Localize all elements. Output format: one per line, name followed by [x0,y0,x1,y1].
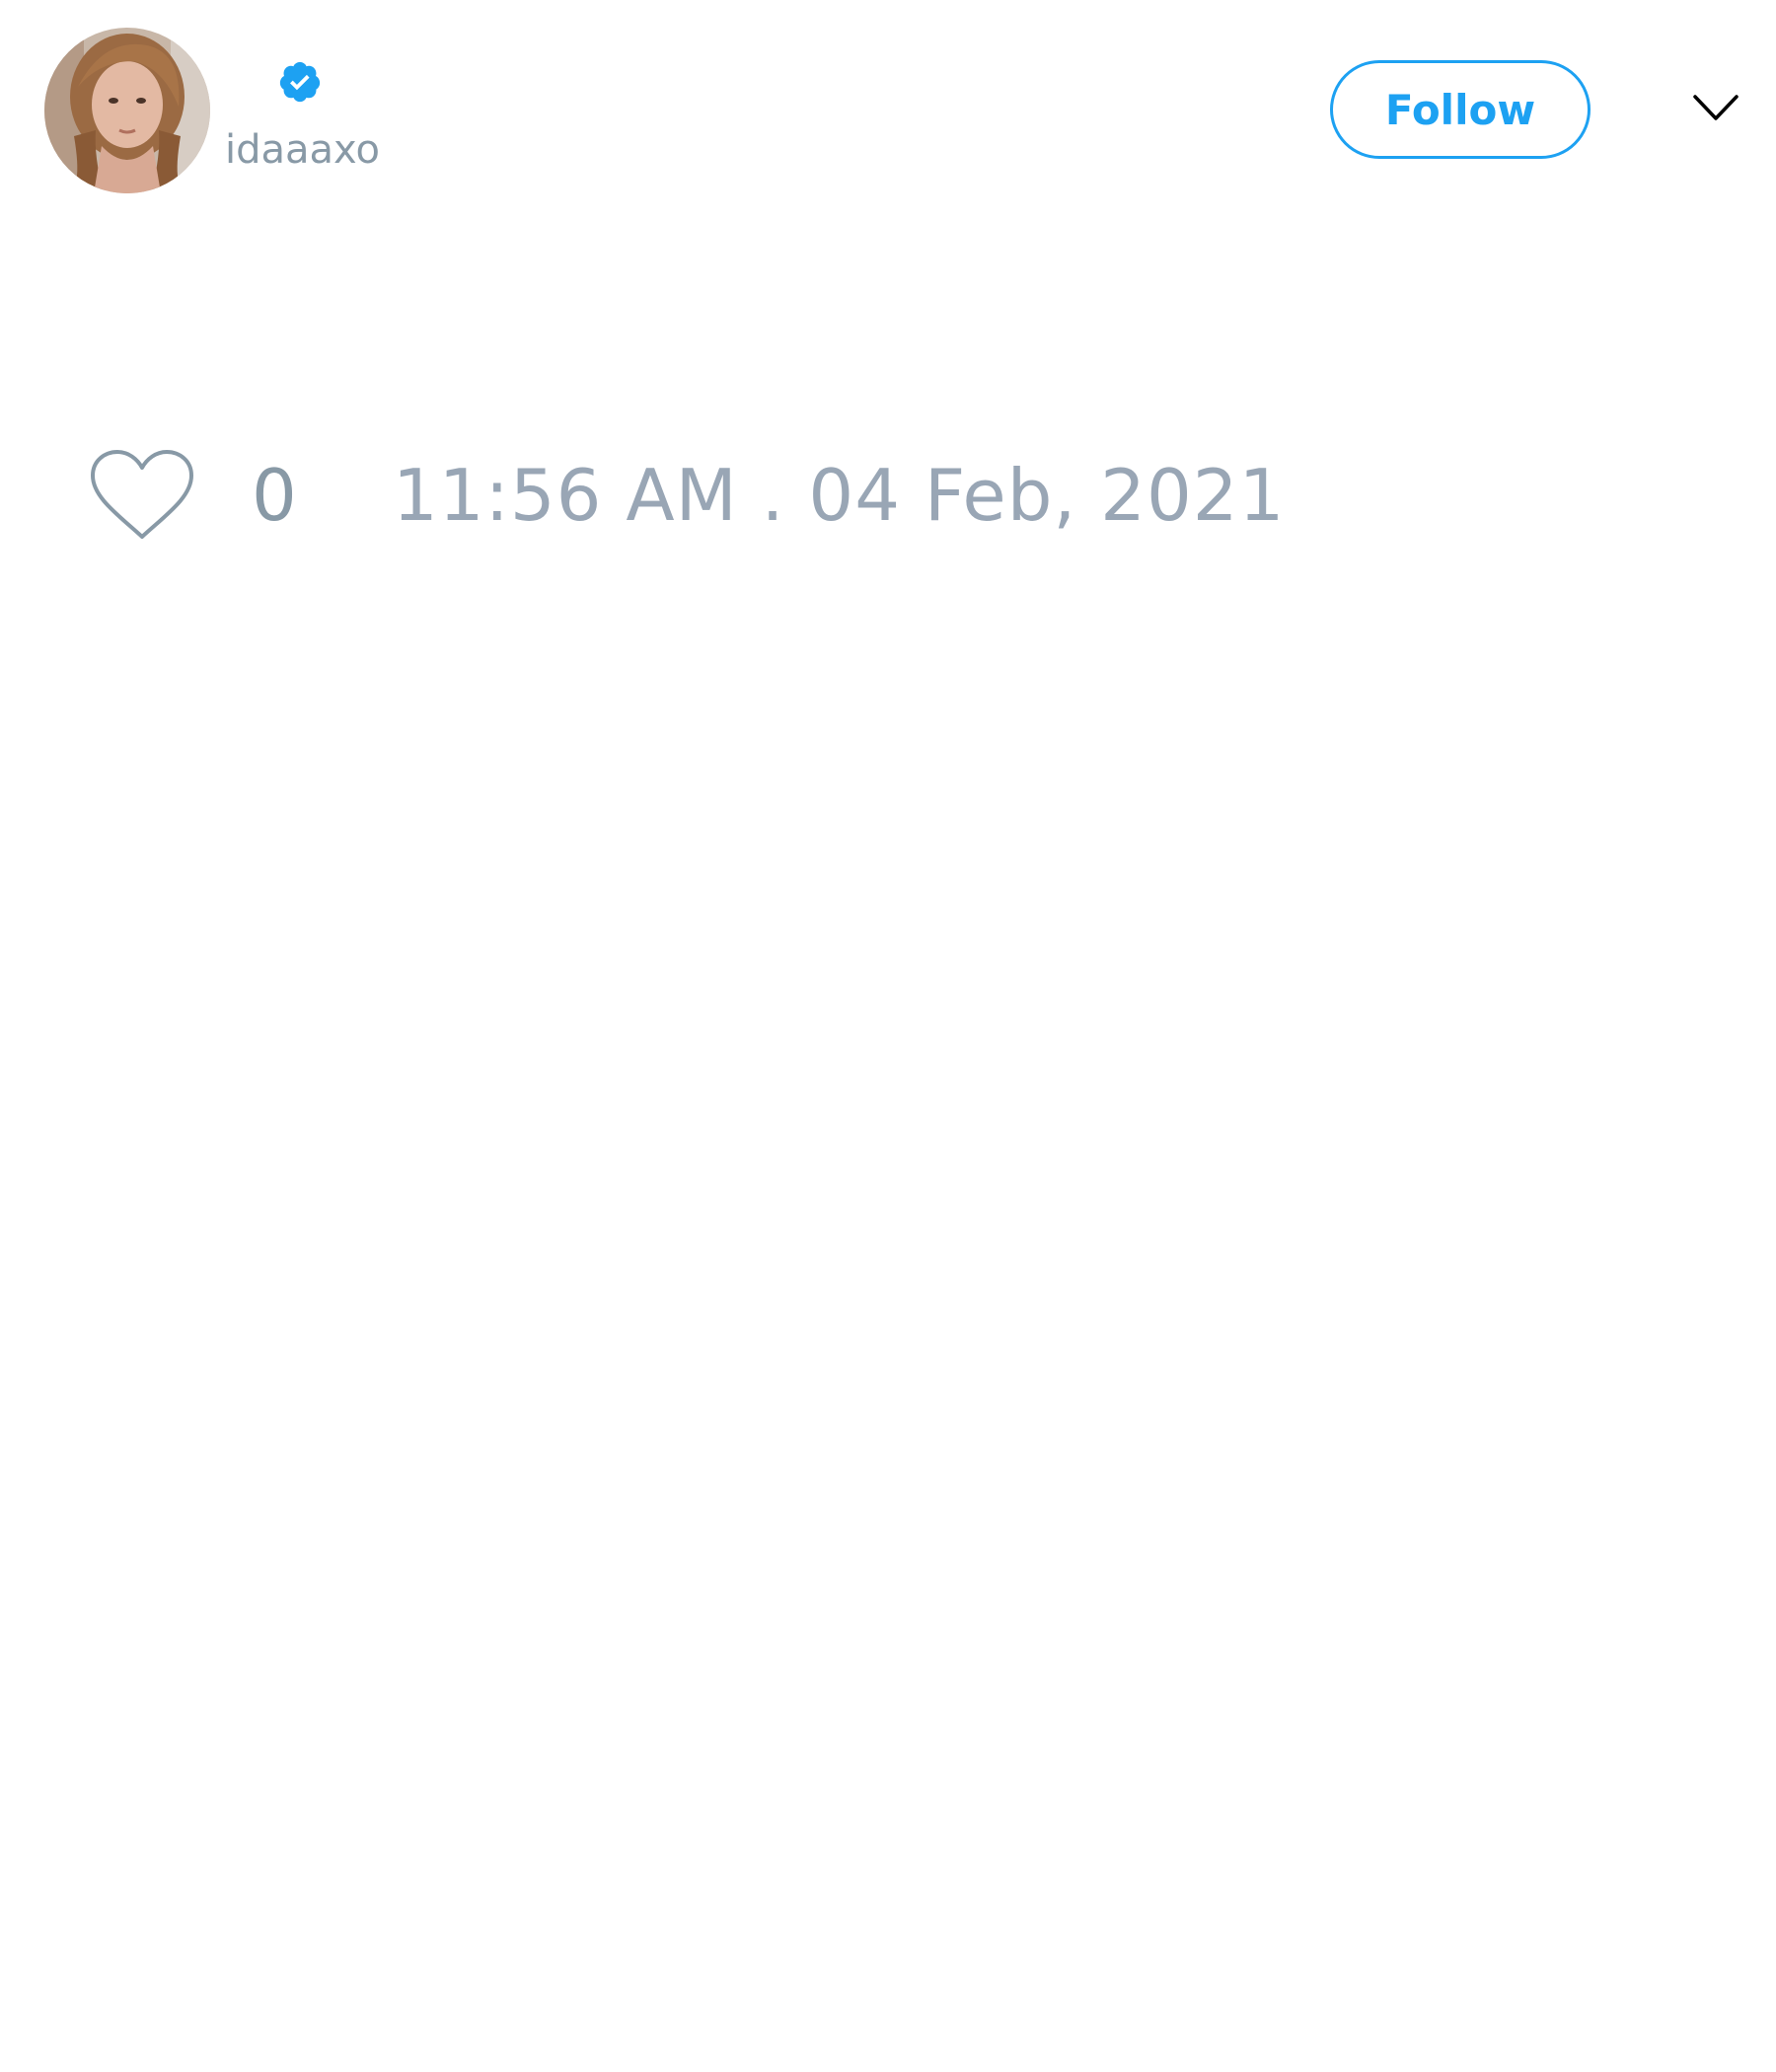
heart-outline-icon[interactable] [89,448,195,543]
tweet-timestamp[interactable]: 11:56 AM . 04 Feb, 2021 [393,454,1285,537]
avatar[interactable] [44,28,210,193]
verified-badge-icon [279,61,321,103]
avatar-photo [44,28,210,193]
chevron-down-icon[interactable] [1691,91,1740,126]
tweet-header: idaaaxo Follow [0,0,1776,217]
user-handle[interactable]: idaaaxo [225,122,380,178]
tweet-card: idaaaxo Follow 0 11:56 AM . 04 Feb, 2021 [0,0,1776,2072]
tweet-footer: 0 11:56 AM . 04 Feb, 2021 [0,434,1776,553]
follow-button[interactable]: Follow [1330,60,1591,159]
like-count: 0 [252,454,297,537]
